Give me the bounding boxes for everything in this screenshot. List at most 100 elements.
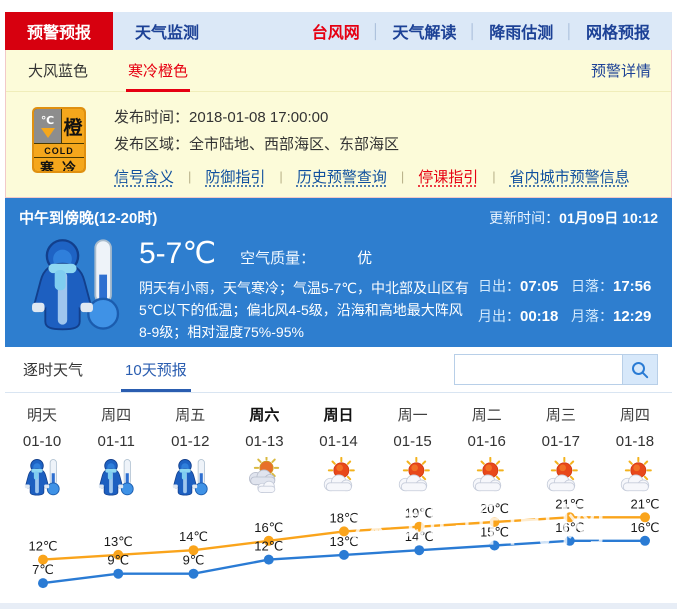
warning-info: 发布时间：2018-01-08 17:00:00 发布区域：全市陆地、西部海区、… <box>114 104 630 187</box>
nav-spacer <box>221 12 300 50</box>
current-weather-body: 5-7℃ 空气质量： 优 阴天有小雨，天气寒冷；气温5-7℃，中北部及山区有5℃… <box>19 234 658 343</box>
cold-weather-icon <box>5 455 79 499</box>
data-point-low-01-14 <box>339 550 349 560</box>
data-point-low-01-17 <box>565 536 575 546</box>
ten-day-forecast-grid: 明天01-10周四01-11周五01-12周六01-13周日01-14周一01-… <box>5 393 672 499</box>
subtab-2[interactable]: 寒冷橙色 <box>126 49 190 92</box>
tab-hourly-weather[interactable]: 逐时天气 <box>19 359 87 392</box>
search-button[interactable] <box>622 354 658 385</box>
search-input[interactable] <box>454 354 622 385</box>
astro-item-3: 月出：00:18 <box>478 306 565 326</box>
forecast-date: 01-15 <box>376 429 450 455</box>
warning-link-separator: | <box>279 169 282 184</box>
forecast-day-name: 周四 <box>79 403 153 429</box>
forecast-date: 01-11 <box>79 429 153 455</box>
publish-area-value: 全市陆地、西部海区、东部海区 <box>189 136 399 153</box>
astro-item-1: 日出：07:05 <box>478 276 565 296</box>
astro-value: 12:29 <box>613 308 651 325</box>
forecast-column-01-10[interactable]: 明天01-10 <box>5 403 79 499</box>
warning-link-1[interactable]: 信号含义 <box>114 166 174 187</box>
partly-weather-icon <box>301 455 375 499</box>
warning-link-2[interactable]: 防御指引 <box>205 166 265 187</box>
forecast-column-01-18[interactable]: 周四01-18 <box>598 403 672 499</box>
temperature-trend-plot: 12℃13℃14℃16℃18℃19℃20℃21℃21℃7℃9℃9℃12℃13℃1… <box>5 499 677 603</box>
partly-weather-icon <box>598 455 672 499</box>
update-time: 更新时间：01月09日 10:12 <box>489 208 658 228</box>
forecast-tabs-bar: 逐时天气 10天预报 <box>5 347 672 393</box>
temp-label: 15℃ <box>480 525 509 540</box>
nav-link-4[interactable]: 网格预报 <box>574 19 662 43</box>
cold-weather-icon <box>79 455 153 499</box>
warning-subtabs: 大风蓝色寒冷橙色 预警详情 <box>6 50 671 92</box>
tab-warning-forecast[interactable]: 预警预报 <box>5 12 113 50</box>
forecast-day-name: 周一 <box>376 403 450 429</box>
forecast-day-name: 周二 <box>450 403 524 429</box>
forecast-column-01-14[interactable]: 周日01-14 <box>301 403 375 499</box>
temp-label: 14℃ <box>405 529 434 544</box>
nav-link-3[interactable]: 降雨估测 <box>477 19 565 43</box>
signal-temp-cell: ℃ <box>34 109 61 143</box>
warning-link-5[interactable]: 省内城市预警信息 <box>510 166 630 187</box>
warning-link-separator: | <box>492 169 495 184</box>
nav-link-1[interactable]: 台风网 <box>300 19 372 43</box>
forecast-column-01-15[interactable]: 周一01-15 <box>376 403 450 499</box>
temp-label: 13℃ <box>104 534 133 549</box>
nav-link-2[interactable]: 天气解读 <box>380 19 468 43</box>
forecast-day-name: 周五 <box>153 403 227 429</box>
publish-area-line: 发布区域：全市陆地、西部海区、东部海区 <box>114 131 630 158</box>
forecast-period-title: 中午到傍晚(12-20时) <box>19 207 157 228</box>
warning-links: 信号含义 | 防御指引 | 历史预警查询 | 停课指引 | 省内城市预警信息 <box>114 166 630 187</box>
forecast-day-name: 周六 <box>227 403 301 429</box>
astro-value: 07:05 <box>520 278 558 295</box>
tab-ten-day-forecast[interactable]: 10天预报 <box>121 359 191 392</box>
forecast-column-01-11[interactable]: 周四01-11 <box>79 403 153 499</box>
warning-detail-link[interactable]: 预警详情 <box>591 60 651 81</box>
partly-weather-icon <box>450 455 524 499</box>
astro-label: 月落： <box>571 308 613 324</box>
sun-moon-times: 日出：07:05日落：17:56月出：00:18月落：12:29 <box>478 276 658 343</box>
cold-weather-icon <box>25 234 129 334</box>
temp-label: 16℃ <box>254 520 283 535</box>
temp-label: 16℃ <box>630 520 659 535</box>
astro-value: 00:18 <box>520 308 558 325</box>
partly-weather-icon <box>376 455 450 499</box>
temp-label: 19℃ <box>405 506 434 521</box>
current-weather-detail: 5-7℃ 空气质量： 优 阴天有小雨，天气寒冷；气温5-7℃，中北部及山区有5℃… <box>139 234 472 343</box>
forecast-column-01-17[interactable]: 周三01-17 <box>524 403 598 499</box>
data-point-low-01-18 <box>640 536 650 546</box>
update-time-label: 更新时间： <box>489 210 559 226</box>
forecast-date: 01-16 <box>450 429 524 455</box>
nav-link-separator: │ <box>372 23 381 39</box>
temperature-value: 5-7℃ <box>139 236 216 271</box>
astro-label: 日落： <box>571 278 613 294</box>
temp-label: 16℃ <box>555 520 584 535</box>
forecast-column-01-12[interactable]: 周五01-12 <box>153 403 227 499</box>
publish-area-label: 发布区域： <box>114 136 189 153</box>
temp-label: 14℃ <box>179 529 208 544</box>
cold-orange-signal-icon: ℃ 橙 COLD 寒 冷 <box>32 107 86 173</box>
current-weather-panel: 中午到傍晚(12-20时) 更新时间：01月09日 10:12 5-7℃ 空气质… <box>5 198 672 347</box>
warning-link-3[interactable]: 历史预警查询 <box>297 166 387 187</box>
forecast-column-01-13[interactable]: 周六01-13 <box>227 403 301 499</box>
signal-name-label: 寒 冷 <box>34 158 84 173</box>
data-point-low-01-12 <box>189 569 199 579</box>
forecast-day-name: 周四 <box>598 403 672 429</box>
top-nav: 预警预报 天气监测 台风网│天气解读│降雨估测│网格预报 <box>5 12 672 50</box>
tab-weather-monitor[interactable]: 天气监测 <box>113 12 221 50</box>
temp-label: 12℃ <box>254 539 283 554</box>
search-box <box>454 354 658 385</box>
cloudy-weather-icon <box>227 455 301 499</box>
warning-link-separator: | <box>188 169 191 184</box>
warning-link-4[interactable]: 停课指引 <box>418 166 478 187</box>
forecast-date: 01-14 <box>301 429 375 455</box>
forecast-column-01-16[interactable]: 周二01-16 <box>450 403 524 499</box>
warning-link-separator: | <box>401 169 404 184</box>
nav-link-separator: │ <box>468 23 477 39</box>
cold-arrow-icon <box>41 128 55 138</box>
search-icon <box>630 360 650 380</box>
weather-page: 预警预报 天气监测 台风网│天气解读│降雨估测│网格预报 大风蓝色寒冷橙色 预警… <box>0 0 677 610</box>
astro-label: 月出： <box>478 308 520 324</box>
temp-label: 13℃ <box>329 534 358 549</box>
subtab-1[interactable]: 大风蓝色 <box>26 49 90 92</box>
astro-item-4: 月落：12:29 <box>571 306 658 326</box>
